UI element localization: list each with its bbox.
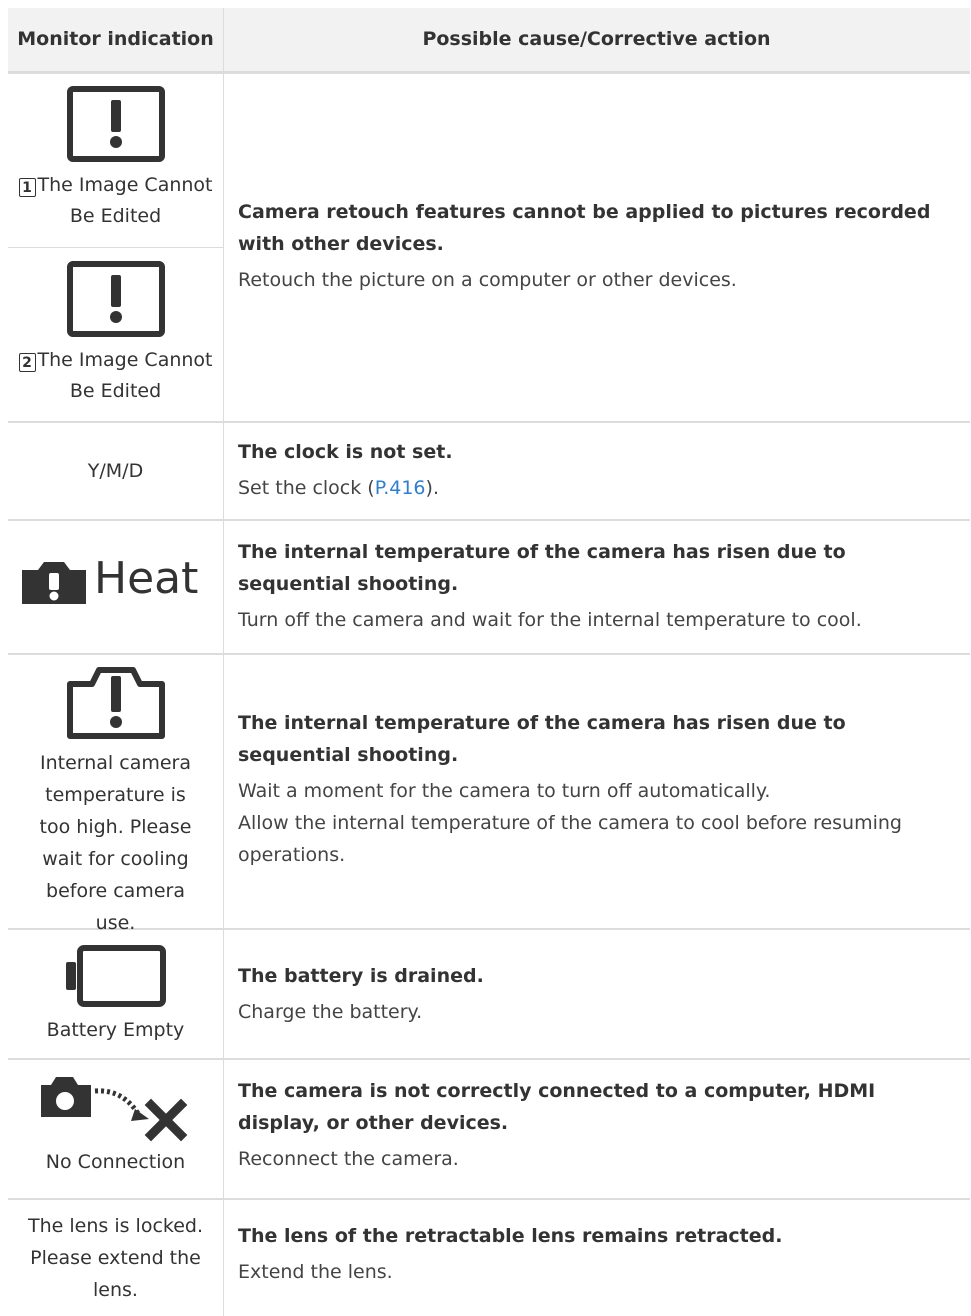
warning-frame-icon [66,86,165,162]
battery-indication-text: Battery Empty [46,1019,185,1041]
heat-cause-action: The internal temperature of the camera h… [238,536,958,636]
table-header: Monitor indication Possible cause/Correc… [8,8,970,74]
battery-indication: Battery Empty [8,945,223,1046]
connection-cause-action: The camera is not correctly connected to… [238,1075,958,1175]
battery-cause-action: The battery is drained. Charge the batte… [238,960,958,1028]
lens-cause-action: The lens of the retractable lens remains… [238,1220,958,1288]
page-link[interactable]: P.416 [375,477,426,499]
header-cause-action: Possible cause/Corrective action [422,28,771,50]
warning-frame-icon [66,261,165,337]
row-divider [8,653,970,655]
temp-indication: Internal camera temperature is too high.… [8,666,223,939]
row-divider [8,247,223,248]
clock-action: Set the clock (P.416). [238,477,439,499]
connection-action: Reconnect the camera. [238,1148,459,1170]
heat-indication: Heat [20,553,220,606]
clock-indication: Y/M/D [87,460,144,482]
connection-indication: No Connection [8,1075,223,1178]
temp-action-1: Wait a moment for the camera to turn off… [238,780,771,802]
row-divider [8,421,970,423]
clock-cause-action: The clock is not set. Set the clock (P.4… [238,436,958,504]
lens-cause: The lens of the retractable lens remains… [238,1225,783,1247]
connection-cause: The camera is not correctly connected to… [238,1080,876,1134]
row-divider [8,1058,970,1060]
row-divider [8,519,970,521]
heat-cause: The internal temperature of the camera h… [238,541,846,595]
clock-cause: The clock is not set. [238,441,453,463]
lens-indication: The lens is locked. Please extend the le… [28,1215,204,1301]
edit-indication-2: 2 The Image Cannot Be Edited [8,261,223,407]
number-badge: 2 [18,353,36,372]
edit-indication-1: 1 The Image Cannot Be Edited [8,86,223,232]
lens-action: Extend the lens. [238,1261,393,1283]
header-monitor-indication: Monitor indication [17,28,214,50]
number-badge: 1 [18,178,36,197]
heat-action: Turn off the camera and wait for the int… [238,609,862,631]
heat-label: Heat [94,553,199,604]
temp-indication-text: Internal camera temperature is too high.… [39,752,192,934]
column-divider [223,8,224,1316]
edit-cause-action: Camera retouch features cannot be applie… [238,196,958,296]
connection-indication-text: No Connection [45,1151,186,1173]
edit-cause: Camera retouch features cannot be applie… [238,201,931,255]
battery-cause: The battery is drained. [238,965,484,987]
edit-indication-2-text: The Image Cannot Be Edited [37,349,213,402]
camera-warning-outline-icon [66,667,165,739]
row-divider [8,1198,970,1200]
temp-cause-action: The internal temperature of the camera h… [238,707,958,871]
temp-cause: The internal temperature of the camera h… [238,712,846,766]
no-connection-icon [40,1077,187,1142]
battery-empty-icon [65,945,166,1007]
camera-warning-icon [22,562,86,604]
edit-action: Retouch the picture on a computer or oth… [238,269,737,291]
battery-action: Charge the battery. [238,1001,423,1023]
temp-action-2: Allow the internal temperature of the ca… [238,812,902,866]
edit-indication-1-text: The Image Cannot Be Edited [37,174,213,227]
